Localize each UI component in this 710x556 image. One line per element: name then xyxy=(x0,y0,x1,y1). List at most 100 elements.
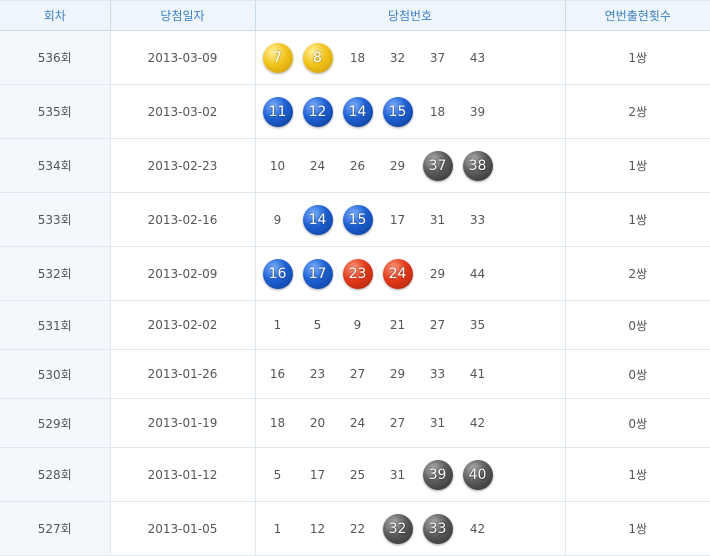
consecutive-count-cell: 1쌍 xyxy=(564,447,710,502)
number: 17 xyxy=(298,458,338,492)
number: 10 xyxy=(258,149,298,183)
number-ball: 37 xyxy=(418,149,458,183)
number: 21 xyxy=(378,308,418,342)
number: 39 xyxy=(458,95,498,129)
number-label: 10 xyxy=(269,158,286,173)
number-label: 26 xyxy=(349,158,366,173)
table-row: 527회 2013-01-05 1 12 22 32 33 42 1쌍 xyxy=(0,501,710,556)
number-label: 21 xyxy=(389,318,406,332)
header-numbers: 당첨번호 xyxy=(254,0,565,31)
number-label: 24 xyxy=(382,258,413,289)
number-label: 33 xyxy=(429,367,446,381)
number-label: 18 xyxy=(349,50,366,65)
number-ball: 17 xyxy=(298,257,338,291)
number-label: 24 xyxy=(309,158,326,173)
number-label: 44 xyxy=(469,266,486,281)
number: 24 xyxy=(298,149,338,183)
round-cell: 533회 xyxy=(0,192,110,247)
date-cell: 2013-01-26 xyxy=(109,349,255,399)
numbers-cell: 1 12 22 32 33 42 xyxy=(254,501,565,556)
number-label: 9 xyxy=(353,318,362,332)
lotto-results-table: 회차 당첨일자 당첨번호 연번출현횟수 536회 2013-03-09 7 8 18 32… xyxy=(0,0,710,556)
number-label: 38 xyxy=(462,150,493,181)
number: 1 xyxy=(258,512,298,546)
number: 23 xyxy=(298,357,338,391)
number-label: 18 xyxy=(429,104,446,119)
number: 9 xyxy=(258,203,298,237)
number: 31 xyxy=(418,406,458,440)
number-label: 22 xyxy=(349,521,366,536)
number-ball: 40 xyxy=(458,458,498,492)
number: 26 xyxy=(338,149,378,183)
number: 17 xyxy=(378,203,418,237)
number-ball: 15 xyxy=(338,203,378,237)
number-label: 12 xyxy=(302,96,333,127)
consecutive-count-cell: 0쌍 xyxy=(564,398,710,448)
number-ball: 14 xyxy=(298,203,338,237)
number: 42 xyxy=(458,406,498,440)
number-label: 16 xyxy=(269,367,286,381)
number-label: 31 xyxy=(389,467,406,482)
number-label: 42 xyxy=(469,521,486,536)
numbers-cell: 16 23 27 29 33 41 xyxy=(254,349,565,399)
number-label: 37 xyxy=(422,150,453,181)
date-cell: 2013-01-19 xyxy=(109,398,255,448)
number: 33 xyxy=(418,357,458,391)
date-cell: 2013-02-16 xyxy=(109,192,255,247)
number-label: 1 xyxy=(273,521,282,536)
number-label: 42 xyxy=(469,416,486,430)
number: 18 xyxy=(418,95,458,129)
round-cell: 529회 xyxy=(0,398,110,448)
number-label: 23 xyxy=(309,367,326,381)
number-label: 23 xyxy=(342,258,373,289)
round-cell: 536회 xyxy=(0,30,110,85)
table-row: 531회 2013-02-02 1 5 9 21 27 35 0쌍 xyxy=(0,300,710,350)
consecutive-count-cell: 1쌍 xyxy=(564,138,710,193)
number: 24 xyxy=(338,406,378,440)
winning-numbers: 16 17 23 24 29 44 xyxy=(256,247,565,300)
number-label: 18 xyxy=(269,416,286,430)
number-label: 32 xyxy=(389,50,406,65)
number: 18 xyxy=(258,406,298,440)
number: 1 xyxy=(258,308,298,342)
number-ball: 8 xyxy=(298,41,338,75)
number-label: 41 xyxy=(469,367,486,381)
number-label: 27 xyxy=(389,416,406,430)
table-row: 535회 2013-03-02 11 12 14 15 18 39 2쌍 xyxy=(0,84,710,139)
number-label: 40 xyxy=(462,459,493,490)
table-row: 530회 2013-01-26 16 23 27 29 33 41 0쌍 xyxy=(0,349,710,399)
number-label: 39 xyxy=(469,104,486,119)
number-label: 27 xyxy=(429,318,446,332)
numbers-cell: 5 17 25 31 39 40 xyxy=(254,447,565,502)
number-ball: 15 xyxy=(378,95,418,129)
number: 29 xyxy=(378,149,418,183)
number-ball: 11 xyxy=(258,95,298,129)
winning-numbers: 10 24 26 29 37 38 xyxy=(256,139,565,192)
number: 27 xyxy=(338,357,378,391)
number-label: 24 xyxy=(349,416,366,430)
number: 27 xyxy=(418,308,458,342)
numbers-cell: 1 5 9 21 27 35 xyxy=(254,300,565,350)
numbers-cell: 16 17 23 24 29 44 xyxy=(254,246,565,301)
number-label: 39 xyxy=(422,459,453,490)
number-label: 29 xyxy=(429,266,446,281)
round-cell: 534회 xyxy=(0,138,110,193)
number: 12 xyxy=(298,512,338,546)
number: 27 xyxy=(378,406,418,440)
numbers-cell: 9 14 15 17 31 33 xyxy=(254,192,565,247)
date-cell: 2013-01-05 xyxy=(109,501,255,556)
number-label: 11 xyxy=(262,96,293,127)
number-ball: 16 xyxy=(258,257,298,291)
number-ball: 14 xyxy=(338,95,378,129)
number-label: 37 xyxy=(429,50,446,65)
number-label: 15 xyxy=(382,96,413,127)
number-label: 33 xyxy=(422,513,453,544)
winning-numbers: 9 14 15 17 31 33 xyxy=(256,193,565,246)
number-label: 25 xyxy=(349,467,366,482)
date-cell: 2013-03-02 xyxy=(109,84,255,139)
number-label: 8 xyxy=(302,42,333,73)
number-label: 14 xyxy=(342,96,373,127)
consecutive-count-cell: 0쌍 xyxy=(564,349,710,399)
number-label: 29 xyxy=(389,367,406,381)
consecutive-count-cell: 1쌍 xyxy=(564,501,710,556)
